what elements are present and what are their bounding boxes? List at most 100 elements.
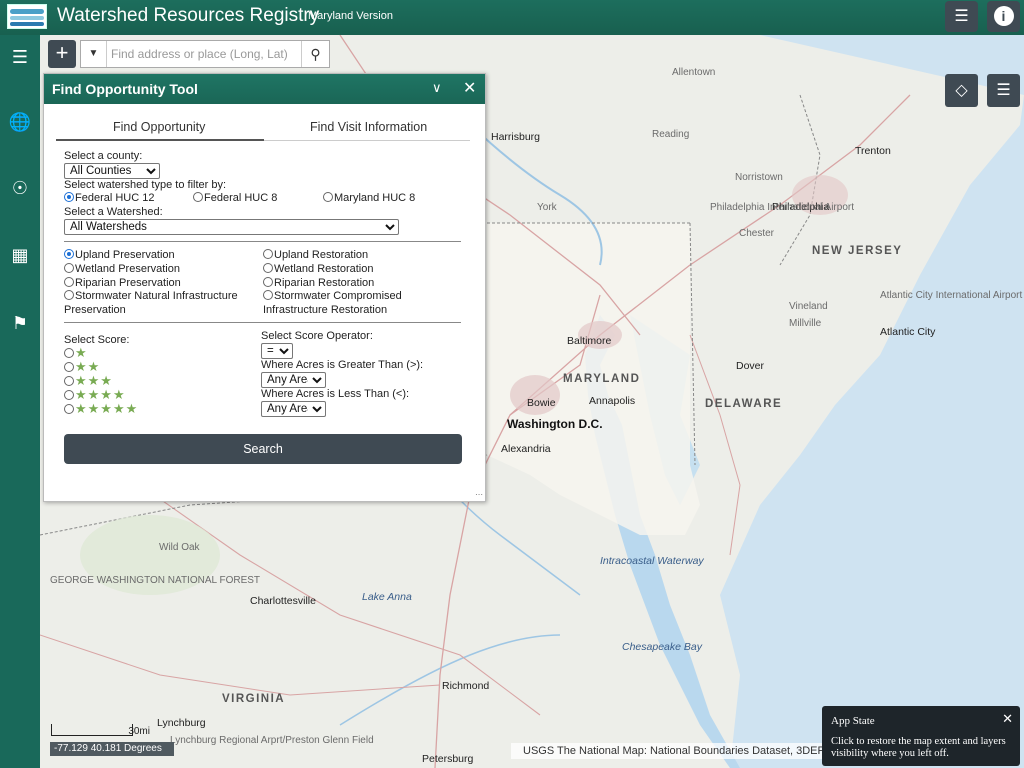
divider [64,322,461,323]
map-label: Chesapeake Bay [622,641,702,653]
list-icon: ☰ [996,82,1011,99]
map-label: Wild Oak [159,542,200,553]
map-label: Harrisburg [491,131,541,143]
map-label: Chester [739,228,775,239]
map-attribution: USGS The National Map: National Boundari… [511,743,822,759]
acres-greater-label: Where Acres is Greater Than (>): [261,359,424,371]
search-source-dropdown[interactable]: ▼ [81,41,107,67]
sidebar: ☰ 🌐 ☉ ▦ ⚑ » [0,35,40,768]
layers-icon: ◇ [955,82,968,99]
collapse-icon[interactable]: ∨ [432,80,442,96]
star-icon: ★★★★ [75,387,126,402]
map-label: Alexandria [501,443,551,455]
score-operator-label: Select Score Operator: [261,330,373,342]
app-subtitle: Maryland Version [308,10,393,22]
map-label: Atlantic City [880,326,936,338]
radio-wetland-restoration[interactable]: Wetland Restoration [263,263,373,275]
map-label: Petersburg [422,753,474,765]
map-label: Atlantic City International Airport [880,290,1023,301]
panel-tabs: Find Opportunity Find Visit Information [56,114,470,141]
star-icon: ★★ [75,359,101,374]
address-search: ▼ ⚲ [80,40,330,68]
star-icon: ★ [75,345,88,360]
map-label: MARYLAND [563,373,641,385]
map-label: Lynchburg Regional Arprt/Preston Glenn F… [170,735,374,746]
county-select[interactable]: All Counties [64,163,160,179]
resize-handle-icon[interactable]: ⋯ [475,490,483,499]
close-icon[interactable]: ✕ [463,78,476,98]
radio-stormwater-compromised-restoration[interactable]: Stormwater Compromised [263,290,402,302]
radio-label-cont: Preservation [64,304,126,316]
map-label: Charlottesville [250,595,316,607]
zoom-in-button[interactable]: + [48,40,76,68]
radio-federal-huc8[interactable]: Federal HUC 8 [193,192,277,204]
map-label: Philadelphia International Airport [710,202,854,213]
divider [64,241,461,242]
tab-find-visit-information[interactable]: Find Visit Information [310,120,427,134]
info-icon: i [993,6,1014,26]
scale-bar: 30mi [51,724,150,737]
map-label: VIRGINIA [222,693,286,705]
map-label: Bowie [527,397,556,409]
map-label: York [537,202,557,213]
score-operator-select[interactable]: = [261,343,293,359]
star-icon: ★★★★★ [75,401,139,416]
scale-label: 30mi [128,726,150,737]
watershed-label: Select a Watershed: [64,206,163,218]
map-label: Millville [789,318,822,329]
map-label: Vineland [789,301,828,312]
basemap-layers-button[interactable]: ◇ [945,74,978,107]
map-marker-icon[interactable]: ⚑ [8,311,32,335]
map-label: Dover [736,360,765,372]
app-header: Watershed Resources Registry Maryland Ve… [0,0,1024,35]
map-label: Trenton [855,145,891,157]
watershed-type-label: Select watershed type to filter by: [64,179,227,191]
search-icon[interactable]: ⚲ [301,41,329,67]
map-label: DELAWARE [705,398,783,410]
county-label: Select a county: [64,150,143,162]
map-label: Richmond [442,680,490,692]
radio-upland-preservation[interactable]: Upland Preservation [64,249,175,261]
radio-federal-huc12[interactable]: Federal HUC 12 [64,192,154,204]
map-label: Norristown [735,172,783,183]
app-logo [7,4,47,29]
app-state-title: App State [831,715,875,727]
legend-button[interactable]: ☰ [987,74,1020,107]
map-label: Washington D.C. [507,417,603,431]
acres-less-label: Where Acres is Less Than (<): [261,388,410,400]
map-label: Intracoastal Waterway [600,555,704,567]
radio-maryland-huc8[interactable]: Maryland HUC 8 [323,192,415,204]
layers-icon[interactable]: ☰ [8,45,32,69]
find-opportunity-panel: Find Opportunity Tool ∨ ✕ Find Opportuni… [43,73,486,502]
radio-score-5[interactable]: ★★★★★ [64,401,138,417]
globe-search-icon[interactable]: 🌐 [8,110,32,134]
radio-riparian-restoration[interactable]: Riparian Restoration [263,277,374,289]
map-label: Lake Anna [362,591,412,603]
acres-less-select[interactable]: Any Area [261,401,326,417]
binoculars-icon[interactable]: ☉ [8,176,32,200]
map-label: Lynchburg [157,717,206,729]
panel-header: Find Opportunity Tool ∨ ✕ [44,74,485,104]
tab-find-opportunity[interactable]: Find Opportunity [113,120,205,134]
map-label: NEW JERSEY [812,245,903,257]
radio-stormwater-natural-preservation[interactable]: Stormwater Natural Infrastructure [64,290,238,302]
radio-label-cont: Infrastructure Restoration [263,304,388,316]
map-label: GEORGE WASHINGTON NATIONAL FOREST [50,575,261,586]
panel-title: Find Opportunity Tool [52,81,198,97]
radio-wetland-preservation[interactable]: Wetland Preservation [64,263,180,275]
app-state-toast[interactable]: App State ✕ Click to restore the map ext… [822,706,1020,766]
map-label: Annapolis [589,395,636,407]
watershed-select[interactable]: All Watersheds [64,219,399,235]
radio-riparian-preservation[interactable]: Riparian Preservation [64,277,181,289]
radio-upland-restoration[interactable]: Upland Restoration [263,249,368,261]
list-icon: ☰ [954,8,969,25]
info-button[interactable]: i [987,1,1020,32]
folders-icon[interactable]: ▦ [8,243,32,267]
acres-greater-select[interactable]: Any Area [261,372,326,388]
search-input[interactable] [111,44,297,64]
search-button[interactable]: Search [64,434,462,464]
close-icon[interactable]: ✕ [1002,711,1013,727]
map-label: Baltimore [567,335,612,347]
map-label: Allentown [672,67,716,78]
list-icon-button[interactable]: ☰ [945,1,978,32]
